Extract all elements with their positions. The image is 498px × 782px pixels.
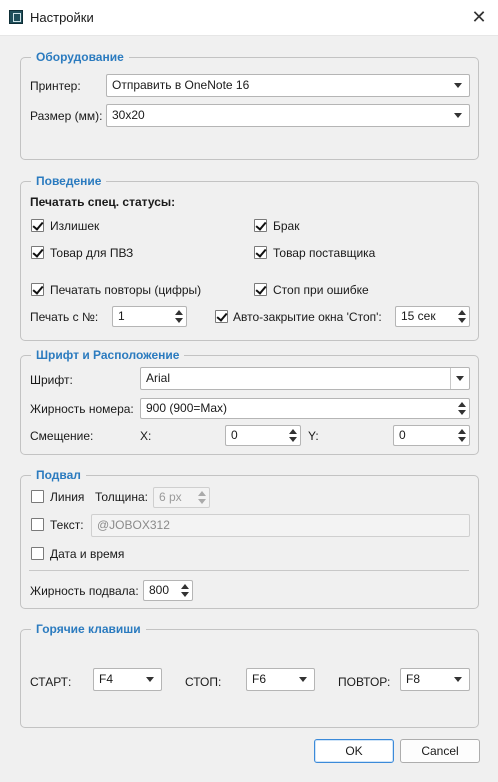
- surplus-checkbox[interactable]: [31, 219, 44, 232]
- print-from-value: 1: [118, 309, 125, 323]
- footer-divider: [29, 570, 469, 571]
- offset-x-value: 0: [231, 428, 238, 442]
- footer-weight-spinner[interactable]: 800: [143, 580, 193, 601]
- stop-on-error-checkbox[interactable]: [254, 283, 267, 296]
- size-label: Размер (мм):: [30, 109, 103, 123]
- offset-y-value: 0: [399, 428, 406, 442]
- footer-text-value: @JOBOX312: [97, 518, 170, 532]
- chevron-down-icon: [454, 113, 462, 118]
- ok-button[interactable]: OK: [314, 739, 394, 763]
- hotkey-start-select[interactable]: F4: [93, 668, 162, 691]
- spinner-arrows-icon[interactable]: [286, 426, 300, 445]
- auto-close-value: 15 сек: [401, 309, 436, 323]
- footer-thickness-spinner[interactable]: 6 px: [153, 487, 210, 508]
- chevron-down-icon: [454, 677, 462, 682]
- window-title: Настройки: [30, 10, 94, 25]
- stop-on-error-label: Стоп при ошибке: [273, 283, 369, 297]
- print-repeats-checkbox[interactable]: [31, 283, 44, 296]
- special-statuses-label: Печатать спец. статусы:: [30, 195, 176, 209]
- hotkey-repeat-select[interactable]: F8: [400, 668, 470, 691]
- equipment-group-title: Оборудование: [36, 50, 124, 64]
- print-repeats-label: Печатать повторы (цифры): [50, 283, 202, 297]
- number-weight-spinner[interactable]: 900 (900=Max): [140, 398, 470, 419]
- footer-weight-value: 800: [149, 583, 170, 597]
- hotkey-start-value: F4: [99, 672, 114, 686]
- supplier-item-label: Товар поставщика: [273, 246, 376, 260]
- size-select[interactable]: 30x20: [106, 104, 470, 127]
- chevron-down-icon: [454, 83, 462, 88]
- hotkeys-group-title: Горячие клавиши: [36, 622, 141, 636]
- printer-select-value: Отправить в OneNote 16: [112, 78, 250, 92]
- chevron-down-icon: [456, 376, 464, 381]
- spinner-arrows-icon[interactable]: [172, 307, 186, 326]
- hotkey-repeat-label: ПОВТОР:: [338, 675, 391, 689]
- spinner-arrows-icon[interactable]: [178, 581, 192, 600]
- supplier-item-checkbox[interactable]: [254, 246, 267, 259]
- hotkey-repeat-value: F8: [406, 672, 421, 686]
- offset-y-spinner[interactable]: 0: [393, 425, 470, 446]
- defect-label: Брак: [273, 219, 300, 233]
- offset-y-label: Y:: [308, 429, 319, 443]
- spinner-arrows-icon[interactable]: [195, 488, 209, 507]
- font-group-title: Шрифт и Расположение: [36, 348, 180, 362]
- auto-close-checkbox[interactable]: [215, 310, 228, 323]
- spinner-arrows-icon[interactable]: [455, 307, 469, 326]
- spinner-arrows-icon[interactable]: [455, 399, 469, 418]
- font-select[interactable]: Arial: [140, 367, 470, 390]
- auto-close-label: Авто-закрытие окна 'Стоп':: [233, 310, 382, 324]
- font-label: Шрифт:: [30, 373, 73, 387]
- print-from-label: Печать с №:: [30, 310, 99, 324]
- spinner-arrows-icon[interactable]: [455, 426, 469, 445]
- size-select-value: 30x20: [112, 108, 145, 122]
- footer-text-checkbox[interactable]: [31, 518, 44, 531]
- behavior-group-title: Поведение: [36, 174, 102, 188]
- app-icon: [9, 10, 23, 24]
- pvz-item-checkbox[interactable]: [31, 246, 44, 259]
- printer-select[interactable]: Отправить в OneNote 16: [106, 74, 470, 97]
- hotkey-stop-label: СТОП:: [185, 675, 222, 689]
- offset-x-label: X:: [140, 429, 152, 443]
- footer-text-label: Текст:: [50, 518, 84, 532]
- hotkey-start-label: СТАРТ:: [30, 675, 72, 689]
- hotkey-stop-select[interactable]: F6: [246, 668, 315, 691]
- chevron-down-icon: [299, 677, 307, 682]
- surplus-label: Излишек: [50, 219, 100, 233]
- number-weight-label: Жирность номера:: [30, 402, 134, 416]
- auto-close-spinner[interactable]: 15 сек: [395, 306, 470, 327]
- footer-datetime-checkbox[interactable]: [31, 547, 44, 560]
- pvz-item-label: Товар для ПВЗ: [50, 246, 134, 260]
- printer-label: Принтер:: [30, 79, 81, 93]
- hotkey-stop-value: F6: [252, 672, 267, 686]
- font-dropdown-button[interactable]: [450, 368, 469, 389]
- footer-line-label: Линия: [50, 490, 85, 504]
- offset-label: Смещение:: [30, 429, 94, 443]
- footer-line-checkbox[interactable]: [31, 490, 44, 503]
- number-weight-value: 900 (900=Max): [146, 401, 228, 415]
- font-select-value: Arial: [146, 371, 171, 385]
- offset-x-spinner[interactable]: 0: [225, 425, 301, 446]
- close-icon[interactable]: ✕: [460, 0, 498, 36]
- footer-thickness-label: Толщина:: [95, 490, 149, 504]
- footer-group-title: Подвал: [36, 468, 81, 482]
- title-bar: Настройки ✕: [0, 0, 498, 36]
- defect-checkbox[interactable]: [254, 219, 267, 232]
- footer-text-input[interactable]: @JOBOX312: [91, 514, 470, 537]
- footer-thickness-value: 6 px: [159, 490, 182, 504]
- print-from-spinner[interactable]: 1: [112, 306, 187, 327]
- footer-datetime-label: Дата и время: [50, 547, 125, 561]
- chevron-down-icon: [146, 677, 154, 682]
- cancel-button[interactable]: Cancel: [400, 739, 480, 763]
- footer-weight-label: Жирность подвала:: [30, 584, 139, 598]
